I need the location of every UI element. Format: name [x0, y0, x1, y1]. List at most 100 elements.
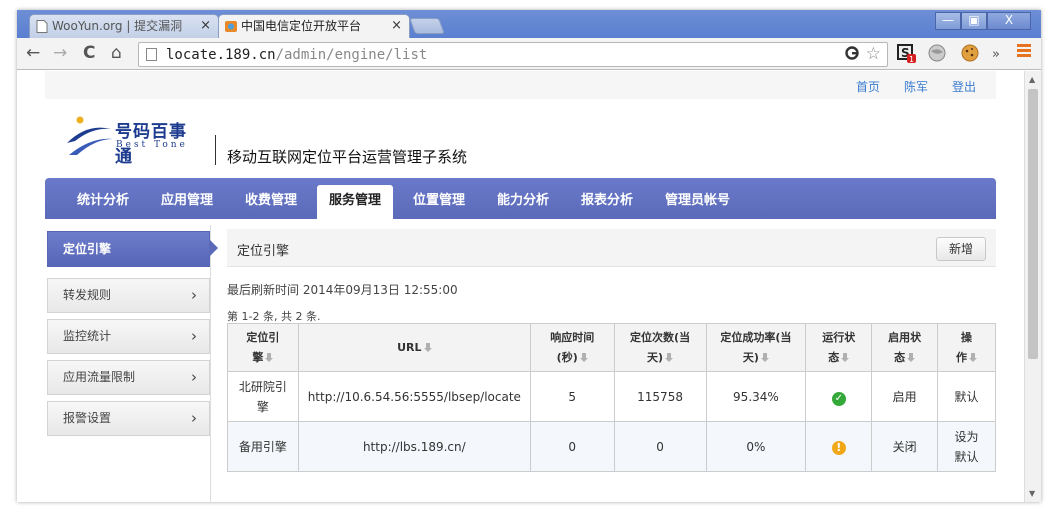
chevron-right-icon: ›: [191, 327, 197, 345]
warning-circle-icon: !: [831, 440, 846, 455]
close-window-button[interactable]: X: [987, 12, 1031, 30]
col-enabled-status-header[interactable]: 启用状态: [871, 323, 939, 372]
sidebar-item-forward-rules[interactable]: 转发规则 ›: [47, 278, 210, 313]
system-title: 移动互联网定位平台运营管理子系统: [227, 148, 468, 166]
sidebar-item-label: 监控统计: [63, 329, 112, 343]
nav-tab-admin-accounts[interactable]: 管理员帐号: [653, 185, 742, 219]
main-nav: 统计分析 应用管理 收费管理 服务管理 位置管理 能力分析 报表分析 管理员帐号: [45, 178, 996, 219]
col-url-header[interactable]: URL: [297, 323, 531, 372]
engine-name-link[interactable]: 北研院引擎: [227, 371, 299, 422]
add-engine-button[interactable]: 新增: [936, 237, 986, 261]
table-header-row: 定位引擎 URL 响应时间 (秒) 定位次数(当 天) 定位成功率(当 天) 运行状态…: [227, 323, 996, 372]
home-icon[interactable]: ⌂: [111, 43, 122, 63]
last-refresh-text: 最后刷新时间 2014年09月13日 12:55:00: [227, 283, 458, 297]
default-label: 默认: [954, 389, 979, 404]
enabled-status: 启用: [871, 371, 939, 422]
new-tab-button[interactable]: [409, 18, 445, 34]
tab-title: WooYun.org | 提交漏洞: [52, 19, 183, 33]
tab-wooyun[interactable]: WooYun.org | 提交漏洞 ×: [29, 14, 219, 38]
sidebar-item-label: 转发规则: [63, 288, 112, 302]
sidebar-item-engines[interactable]: 定位引擎: [47, 231, 218, 267]
reload-icon[interactable]: C: [83, 43, 95, 63]
engine-table: 定位引擎 URL 响应时间 (秒) 定位次数(当 天) 定位成功率(当 天) 运行状态…: [227, 323, 996, 472]
success-rate: 0%: [705, 421, 807, 472]
nav-tab-apps[interactable]: 应用管理: [149, 185, 225, 219]
address-bar[interactable]: locate.189.cn/admin/engine/list ☆: [138, 42, 888, 67]
extension-badge: 1: [909, 55, 914, 63]
sort-arrow-icon: [760, 352, 769, 362]
title-divider: [215, 135, 216, 165]
logo-swoosh-icon: [67, 116, 113, 155]
maximize-button[interactable]: ▣: [961, 12, 987, 30]
table-row: 北研院引擎 http://10.6.54.56:5555/lbsep/locat…: [227, 371, 996, 422]
sidebar-item-alerts[interactable]: 报警设置 ›: [47, 401, 210, 436]
extension-s-icon[interactable]: S1: [896, 43, 916, 63]
response-time[interactable]: 0: [529, 421, 615, 472]
nav-tab-reports[interactable]: 报表分析: [569, 185, 645, 219]
logout-link[interactable]: 登出: [952, 78, 976, 95]
col-run-status-header[interactable]: 运行状态: [805, 323, 873, 372]
google-translate-icon[interactable]: [845, 46, 859, 60]
globe-extension-icon[interactable]: [927, 43, 947, 63]
scroll-up-icon[interactable]: ▲: [1029, 75, 1035, 84]
extensions-overflow-icon[interactable]: »: [992, 45, 1000, 65]
page-icon: [146, 48, 157, 61]
cookie-extension-icon[interactable]: [960, 43, 980, 63]
nav-tab-stats[interactable]: 统计分析: [65, 185, 141, 219]
url-host: locate.189.cn: [166, 47, 276, 63]
nav-tab-billing[interactable]: 收费管理: [233, 185, 309, 219]
col-actions-header[interactable]: 操作: [937, 323, 996, 372]
sidebar-item-monitoring[interactable]: 监控统计 ›: [47, 319, 210, 354]
col-success-rate-header[interactable]: 定位成功率(当 天): [705, 323, 807, 372]
top-links-bar: 首页 陈军 登出: [45, 71, 996, 99]
enabled-status: 关闭: [871, 421, 939, 472]
home-link[interactable]: 首页: [856, 78, 880, 95]
forward-icon[interactable]: →: [53, 43, 67, 63]
content-panel: 定位引擎 新增 最后刷新时间 2014年09月13日 12:55:00 第 1-…: [227, 229, 996, 502]
sidebar-item-label: 报警设置: [63, 411, 112, 425]
favicon-icon: [225, 21, 237, 32]
table-row: 备用引擎 http://lbs.189.cn/ 0 0 0% ! 关闭 设为 默认: [227, 421, 996, 472]
nav-tab-services[interactable]: 服务管理: [317, 185, 394, 219]
col-engine-header[interactable]: 定位引擎: [227, 323, 299, 372]
nav-tab-capability[interactable]: 能力分析: [485, 185, 561, 219]
tab-locate-platform[interactable]: 中国电信定位开放平台 ×: [218, 14, 410, 38]
sort-arrow-icon: [423, 342, 432, 352]
chevron-right-icon: ›: [191, 409, 197, 427]
page: 首页 陈军 登出 号码百事通 Best Tone 移动互联网定位平台运营管理子系…: [45, 71, 996, 502]
page-icon: [36, 20, 48, 33]
chevron-right-icon: ›: [191, 286, 197, 304]
col-response-time-header[interactable]: 响应时间 (秒): [529, 323, 615, 372]
content-header: 定位引擎 新增: [227, 229, 996, 267]
user-link[interactable]: 陈军: [904, 78, 928, 95]
scrollbar-thumb[interactable]: [1028, 89, 1038, 359]
engine-url: http://lbs.189.cn/: [297, 421, 531, 472]
logo-en-text: Best Tone: [116, 140, 188, 150]
back-icon[interactable]: ←: [26, 43, 40, 63]
response-time[interactable]: 5: [529, 371, 615, 422]
sort-arrow-icon: [265, 352, 274, 362]
nav-tab-locations[interactable]: 位置管理: [401, 185, 477, 219]
browser-toolbar: ← → C ⌂ locate.189.cn/admin/engine/list …: [17, 38, 1041, 70]
browser-menu-icon[interactable]: [1017, 44, 1031, 59]
col-count-header[interactable]: 定位次数(当 天): [613, 323, 707, 372]
engine-name-link[interactable]: 备用引擎: [227, 421, 299, 472]
tab-strip: WooYun.org | 提交漏洞 × 中国电信定位开放平台 × — ▣ X: [17, 10, 1041, 38]
close-tab-icon[interactable]: ×: [200, 15, 211, 37]
bookmark-star-icon[interactable]: ☆: [866, 44, 881, 64]
locate-count: 0: [613, 421, 707, 472]
page-viewport: 首页 陈军 登出 号码百事通 Best Tone 移动互联网定位平台运营管理子系…: [17, 71, 1041, 502]
chevron-right-icon: ›: [191, 368, 197, 386]
sort-arrow-icon: [579, 352, 588, 362]
browser-window: WooYun.org | 提交漏洞 × 中国电信定位开放平台 × — ▣ X ←…: [17, 10, 1041, 502]
vertical-scrollbar[interactable]: ▲ ▼: [1024, 71, 1041, 502]
sidebar-item-label: 定位引擎: [63, 242, 112, 256]
set-default-link[interactable]: 设为 默认: [937, 421, 996, 472]
sidebar-item-traffic-limit[interactable]: 应用流量限制 ›: [47, 360, 210, 395]
window-controls: — ▣ X: [935, 12, 1031, 30]
scroll-down-icon[interactable]: ▼: [1029, 489, 1035, 498]
url-text[interactable]: locate.189.cn/admin/engine/list: [166, 45, 427, 65]
run-status: ✓: [805, 371, 873, 422]
minimize-button[interactable]: —: [935, 12, 961, 30]
close-tab-icon[interactable]: ×: [391, 15, 402, 37]
